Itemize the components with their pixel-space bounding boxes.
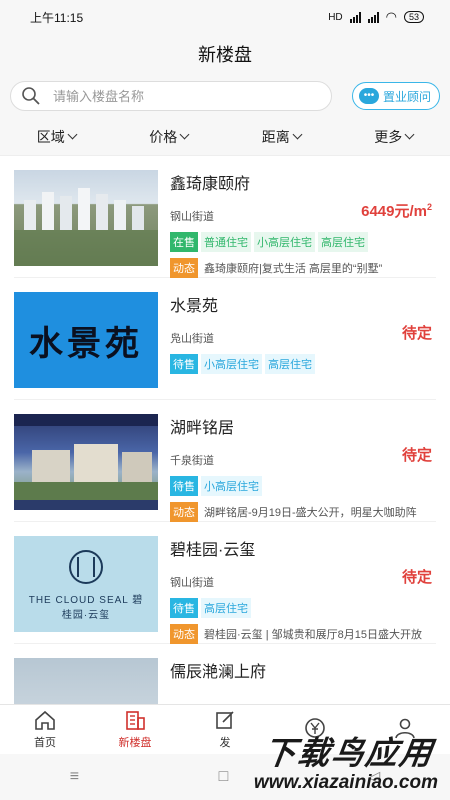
status-icons: HD ◠ 53: [328, 9, 424, 25]
listing-price: 待定: [401, 447, 432, 464]
thumbnail-logo-text: 水景苑: [29, 323, 143, 364]
listing-tags: 在售 普通住宅 小高层住宅 高层住宅: [170, 232, 436, 252]
filter-distance[interactable]: 距离: [262, 127, 303, 147]
listing-info: 水景苑 凫山街道 待定 待售 小高层住宅 高层住宅: [170, 292, 436, 399]
listing-thumbnail: 水景苑: [14, 292, 158, 388]
listing-info: 碧桂园·云玺 钢山街道 待定 待售 高层住宅 动态 碧桂园·云玺 | 邹城贵和展…: [170, 536, 436, 644]
search-input[interactable]: [53, 88, 331, 104]
page-title: 新楼盘: [0, 34, 450, 74]
hd-indicator: HD: [328, 11, 343, 23]
status-bar: 上午11:15 HD ◠ 53: [0, 0, 450, 34]
listing-item[interactable]: 鑫琦康颐府 钢山街道 6449元/m2 在售 普通住宅 小高层住宅 高层住宅 动…: [14, 156, 436, 278]
chevron-down-icon: [67, 129, 78, 140]
sale-status-badge: 在售: [170, 232, 198, 252]
chat-icon: •••: [358, 88, 379, 104]
thumbnail-logo-text: THE CLOUD SEAL 碧桂园·云玺: [28, 595, 144, 621]
listing-name: 鑫琦康颐府: [170, 176, 251, 193]
listing-tags: 待售 高层住宅: [170, 598, 436, 618]
filter-price[interactable]: 价格: [149, 127, 190, 147]
listing-street: 钢山街道: [170, 577, 214, 589]
sale-status-badge: 待售: [170, 598, 198, 618]
listing-thumbnail: [14, 414, 158, 510]
listing-info: 鑫琦康颐府 钢山街道 6449元/m2 在售 普通住宅 小高层住宅 高层住宅 动…: [170, 170, 436, 278]
filter-area[interactable]: 区域: [37, 127, 78, 147]
home-icon: [35, 710, 55, 730]
news-text: 鑫琦康颐府|复式生活 高层里的“别墅”: [204, 263, 383, 275]
news-text: 湖畔铭居-9月19日-盛大公开，明星大咖助阵: [204, 507, 417, 519]
cloud-seal-logo: [69, 550, 103, 584]
signal-icon: [349, 11, 361, 23]
listing-item[interactable]: 水景苑 水景苑 凫山街道 待定 待售 小高层住宅 高层住宅: [14, 278, 436, 400]
battery-icon: 53: [403, 11, 424, 23]
signal-icon-2: [367, 11, 379, 23]
listing-info: 湖畔铭居 千泉街道 待定 待售 小高层住宅 动态 湖畔铭居-9月19日-盛大公开…: [170, 414, 436, 522]
chevron-down-icon: [404, 129, 415, 140]
search-icon: [22, 87, 40, 105]
building-render-image: [14, 188, 158, 266]
search-row: ••• 置业顾问: [0, 74, 450, 118]
type-tag: 高层住宅: [265, 354, 315, 374]
news-badge: 动态: [170, 258, 198, 278]
building-render-image: [14, 414, 158, 510]
status-time: 上午11:15: [30, 10, 84, 25]
listing-item[interactable]: 湖畔铭居 千泉街道 待定 待售 小高层住宅 动态 湖畔铭居-9月19日-盛大公开…: [14, 400, 436, 522]
news-text: 碧桂园·云玺 | 邹城贵和展厅8月15日盛大开放: [204, 629, 422, 641]
advisor-button[interactable]: ••• 置业顾问: [351, 82, 440, 110]
listing-news: 动态 鑫琦康颐府|复式生活 高层里的“别墅”: [170, 258, 436, 278]
listing-price: 6449元/m2: [361, 202, 432, 220]
listing-street: 千泉街道: [170, 455, 214, 467]
listing-news: 动态 湖畔铭居-9月19日-盛大公开，明星大咖助阵: [170, 502, 436, 522]
watermark-url: www.xiazainiao.com: [253, 772, 438, 793]
listing-price: 待定: [401, 325, 432, 342]
type-tag: 高层住宅: [201, 598, 251, 618]
listing-thumbnail: THE CLOUD SEAL 碧桂园·云玺: [14, 536, 158, 632]
listing-item[interactable]: THE CLOUD SEAL 碧桂园·云玺 碧桂园·云玺 钢山街道 待定 待售 …: [14, 522, 436, 644]
listing-thumbnail: [14, 170, 158, 266]
advisor-label: 置业顾问: [382, 89, 431, 104]
search-box[interactable]: [10, 81, 332, 111]
menu-icon[interactable]: ≡: [70, 768, 79, 786]
type-tag: 普通住宅: [201, 232, 251, 252]
news-badge: 动态: [170, 502, 198, 522]
filter-bar: 区域 价格 距离 更多: [0, 118, 450, 156]
listing-tags: 待售 小高层住宅 高层住宅: [170, 354, 436, 374]
listing-name: 儒辰滟澜上府: [170, 664, 267, 681]
type-tag: 小高层住宅: [201, 354, 262, 374]
chevron-down-icon: [179, 129, 190, 140]
listing-news: 动态 碧桂园·云玺 | 邹城贵和展厅8月15日盛大开放: [170, 624, 436, 644]
watermark: 下载鸟应用 www.xiazainiao.com: [204, 722, 444, 798]
listing-info: 儒辰滟澜上府: [170, 658, 436, 704]
filter-more[interactable]: 更多: [374, 127, 415, 147]
listing-list: 鑫琦康颐府 钢山街道 6449元/m2 在售 普通住宅 小高层住宅 高层住宅 动…: [0, 156, 450, 704]
listing-name: 水景苑: [170, 298, 219, 315]
type-tag: 小高层住宅: [254, 232, 315, 252]
wifi-icon: ◠: [385, 9, 397, 24]
listing-thumbnail: [14, 658, 158, 704]
type-tag: 高层住宅: [318, 232, 368, 252]
listing-price: 待定: [401, 569, 432, 586]
sale-status-badge: 待售: [170, 476, 198, 496]
tab-home[interactable]: 首页: [0, 705, 90, 754]
sale-status-badge: 待售: [170, 354, 198, 374]
tab-new-buildings[interactable]: 新楼盘: [90, 705, 180, 754]
listing-street: 凫山街道: [170, 333, 214, 345]
building-icon: [126, 711, 145, 730]
type-tag: 小高层住宅: [201, 476, 262, 496]
listing-item[interactable]: 儒辰滟澜上府: [14, 644, 436, 704]
watermark-title: 下载鸟应用: [261, 735, 437, 771]
listing-name: 碧桂园·云玺: [170, 542, 256, 559]
chevron-down-icon: [292, 129, 303, 140]
listing-tags: 待售 小高层住宅: [170, 476, 436, 496]
news-badge: 动态: [170, 624, 198, 644]
listing-name: 湖畔铭居: [170, 420, 235, 437]
